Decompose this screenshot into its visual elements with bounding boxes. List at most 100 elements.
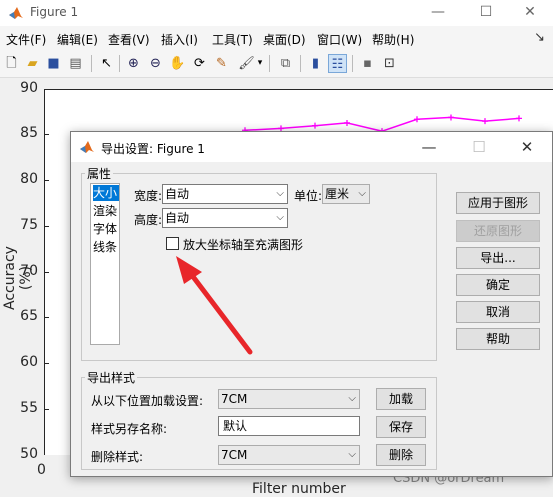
menubar: 文件(F) 编辑(E) 查看(V) 插入(I) 工具(T) 桌面(D) 窗口(W… bbox=[0, 26, 553, 50]
chevron-down-icon: ⌵ bbox=[358, 188, 366, 199]
figure-titlebar: Figure 1 — ☐ ✕ bbox=[0, 0, 553, 26]
y-tick-mark bbox=[44, 226, 49, 227]
new-file-icon[interactable]: 🗋 bbox=[2, 54, 21, 73]
load-style-combo[interactable]: 7CM ⌵ bbox=[218, 389, 360, 409]
y-tick-label: 50 bbox=[20, 446, 38, 462]
menu-help[interactable]: 帮助(H) bbox=[372, 31, 414, 48]
insert-colorbar-icon[interactable]: ▮ bbox=[306, 54, 325, 73]
dialog-maximize-button[interactable]: ☐ bbox=[464, 135, 494, 159]
menu-tools[interactable]: 工具(T) bbox=[212, 31, 253, 48]
data-cursor-icon[interactable]: ✎ bbox=[212, 54, 231, 73]
menu-window[interactable]: 窗口(W) bbox=[317, 31, 362, 48]
export-styles-group-label: 导出样式 bbox=[85, 369, 138, 386]
width-value: 自动 bbox=[165, 187, 190, 201]
save-icon[interactable]: ■ bbox=[44, 54, 63, 73]
toolbar-separator bbox=[269, 55, 270, 72]
delete-style-value: 7CM bbox=[221, 448, 248, 462]
y-tick-label: 55 bbox=[20, 400, 38, 416]
properties-list[interactable]: 大小 渲染 字体 线条 bbox=[90, 183, 120, 345]
y-tick-mark bbox=[44, 180, 49, 181]
property-item-lines[interactable]: 线条 bbox=[93, 239, 119, 255]
expand-axes-checkbox[interactable] bbox=[166, 237, 179, 250]
y-tick-label: 85 bbox=[20, 125, 38, 141]
dialog-titlebar: 导出设置: Figure 1 — ☐ ✕ bbox=[71, 132, 552, 162]
x-tick-label: 0 bbox=[37, 462, 46, 478]
menu-insert[interactable]: 插入(I) bbox=[161, 31, 198, 48]
delete-style-combo[interactable]: 7CM ⌵ bbox=[218, 445, 360, 465]
y-tick-mark bbox=[44, 409, 49, 410]
matlab-logo-icon bbox=[80, 141, 94, 153]
y-tick-mark bbox=[44, 272, 49, 273]
y-tick-label: 90 bbox=[20, 80, 38, 96]
y-axis-label: Accuracy (%) bbox=[2, 246, 34, 310]
unit-combo[interactable]: 厘米 ⌵ bbox=[322, 184, 370, 204]
delete-style-label: 删除样式: bbox=[91, 450, 144, 464]
dialog-minimize-button[interactable]: — bbox=[414, 135, 444, 159]
dialog-close-button[interactable]: ✕ bbox=[512, 135, 542, 159]
chevron-down-icon: ⌵ bbox=[348, 449, 356, 460]
chevron-down-icon: ⌵ bbox=[276, 212, 284, 223]
property-item-fonts[interactable]: 字体 bbox=[93, 221, 119, 237]
open-folder-icon[interactable]: ▰ bbox=[23, 54, 42, 73]
load-button[interactable]: 加载 bbox=[376, 388, 426, 410]
y-tick-mark bbox=[44, 363, 49, 364]
toolbar-separator bbox=[300, 55, 301, 72]
ok-button[interactable]: 确定 bbox=[456, 274, 540, 296]
rotate-3d-icon[interactable]: ⟳ bbox=[190, 54, 209, 73]
maximize-button[interactable]: ☐ bbox=[463, 0, 509, 26]
export-button[interactable]: 导出... bbox=[456, 247, 540, 269]
menu-file[interactable]: 文件(F) bbox=[6, 31, 46, 48]
zoom-in-icon[interactable]: ⊕ bbox=[124, 54, 143, 73]
series-point bbox=[516, 115, 522, 122]
minimize-button[interactable]: — bbox=[415, 0, 461, 26]
delete-button[interactable]: 删除 bbox=[376, 444, 426, 466]
unit-value: 厘米 bbox=[325, 187, 350, 201]
save-button[interactable]: 保存 bbox=[376, 416, 426, 438]
help-button[interactable]: 帮助 bbox=[456, 328, 540, 350]
insert-legend-icon[interactable]: ☷ bbox=[328, 54, 347, 73]
series-point bbox=[344, 119, 350, 126]
menu-view[interactable]: 查看(V) bbox=[108, 31, 150, 48]
print-icon[interactable]: ▤ bbox=[66, 54, 85, 73]
dialog-title: 导出设置: Figure 1 bbox=[101, 142, 205, 156]
close-button[interactable]: ✕ bbox=[507, 0, 553, 26]
load-style-value: 7CM bbox=[221, 392, 248, 406]
series-point bbox=[312, 122, 318, 129]
properties-group-label: 属性 bbox=[85, 165, 114, 182]
y-tick-mark bbox=[44, 134, 49, 135]
apply-to-figure-button[interactable]: 应用于图形 bbox=[456, 192, 540, 214]
figure-toolbar: 🗋 ▰ ■ ▤ ↖ ⊕ ⊖ ✋ ⟳ ✎ 🖌 ▾ ⧉ ▮ ☷ ▪ ⊡ bbox=[0, 50, 553, 78]
property-item-rendering[interactable]: 渲染 bbox=[93, 203, 119, 219]
series-point bbox=[482, 118, 488, 125]
series-point bbox=[414, 116, 420, 123]
dropdown-caret-icon[interactable]: ▾ bbox=[255, 54, 265, 73]
y-tick-mark bbox=[44, 317, 49, 318]
height-value: 自动 bbox=[165, 211, 190, 225]
pointer-icon[interactable]: ↖ bbox=[97, 54, 116, 73]
height-combo[interactable]: 自动 ⌵ bbox=[162, 208, 288, 228]
toolbar-separator bbox=[352, 55, 353, 72]
zoom-out-icon[interactable]: ⊖ bbox=[146, 54, 165, 73]
y-tick-label: 60 bbox=[20, 354, 38, 370]
menu-desktop[interactable]: 桌面(D) bbox=[263, 31, 306, 48]
unit-label: 单位: bbox=[294, 189, 323, 203]
link-plot-icon[interactable]: ⧉ bbox=[276, 54, 295, 73]
save-style-label: 样式另存名称: bbox=[91, 422, 168, 436]
hide-plot-tools-icon[interactable]: ▪ bbox=[358, 54, 377, 73]
dock-arrow-icon[interactable]: ↘ bbox=[534, 30, 545, 45]
pan-hand-icon[interactable]: ✋ bbox=[168, 54, 187, 73]
width-combo[interactable]: 自动 ⌵ bbox=[162, 184, 288, 204]
figure-title: Figure 1 bbox=[30, 5, 79, 19]
brush-icon[interactable]: 🖌 bbox=[237, 54, 256, 73]
property-item-size[interactable]: 大小 bbox=[93, 185, 119, 201]
save-style-name-field[interactable]: 默认 bbox=[218, 416, 360, 436]
toolbar-separator bbox=[91, 55, 92, 72]
restore-figure-button[interactable]: 还原图形 bbox=[456, 220, 540, 242]
height-label: 高度: bbox=[134, 213, 163, 227]
matlab-logo-icon bbox=[9, 7, 23, 19]
y-tick-label: 80 bbox=[20, 171, 38, 187]
show-plot-tools-icon[interactable]: ⊡ bbox=[380, 54, 399, 73]
menu-edit[interactable]: 编辑(E) bbox=[57, 31, 98, 48]
width-label: 宽度: bbox=[134, 189, 163, 203]
cancel-button[interactable]: 取消 bbox=[456, 301, 540, 323]
